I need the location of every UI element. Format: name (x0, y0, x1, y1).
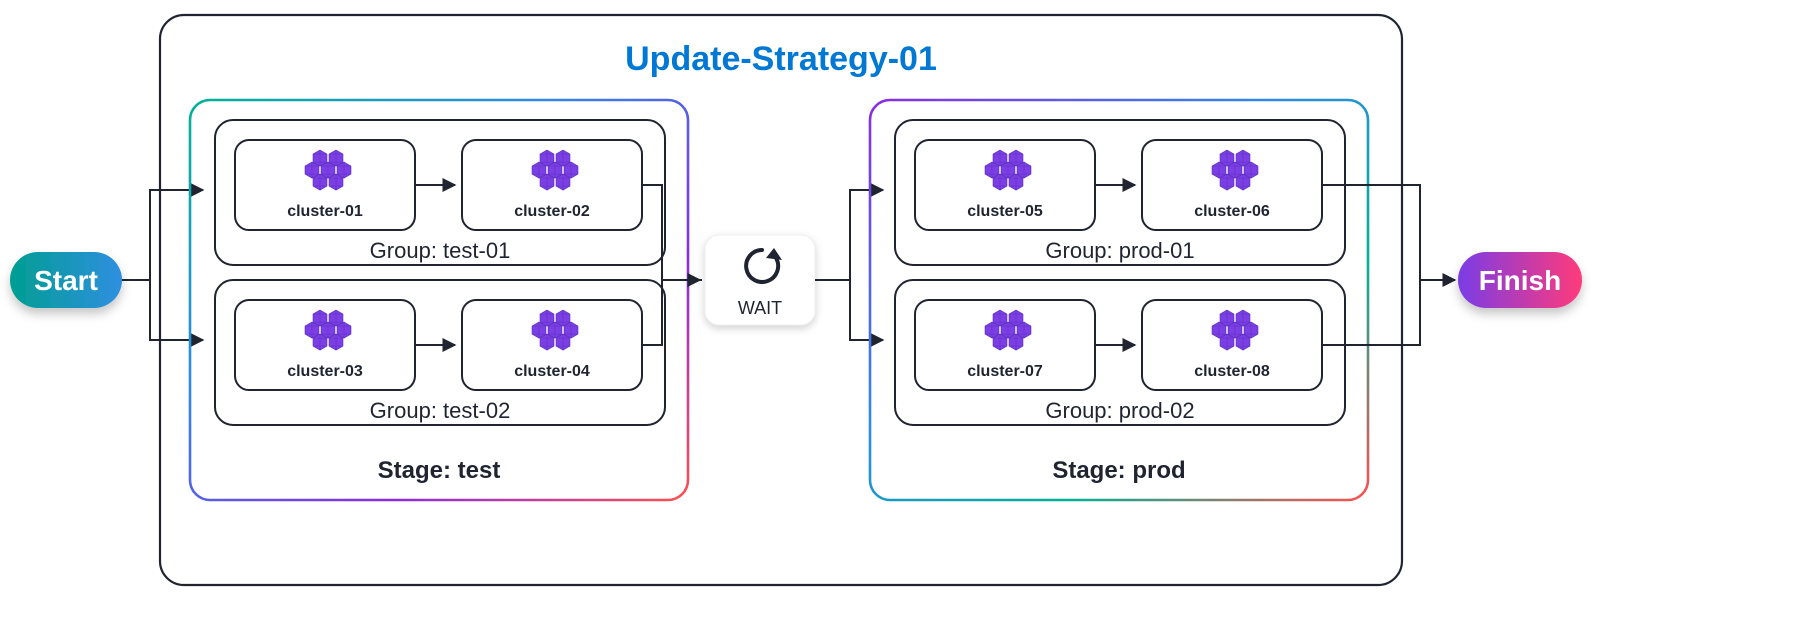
cluster-icon (305, 150, 351, 190)
cluster-icon (305, 310, 351, 350)
group-label-prod-02: Group: prod-02 (1045, 398, 1194, 423)
cluster-label: cluster-06 (1194, 203, 1270, 220)
finish-label: Finish (1479, 265, 1561, 296)
cluster-icon (532, 150, 578, 190)
wait-label: WAIT (738, 298, 782, 318)
cluster-icon (1212, 310, 1258, 350)
group-prod-02: Group: prod-02 cluster-07 cluster-08 (895, 280, 1345, 425)
group-test-01: Group: test-01 cluster-01 cluster-02 (215, 120, 665, 265)
cluster-01: cluster-01 (235, 140, 415, 230)
group-label-test-01: Group: test-01 (370, 238, 511, 263)
cluster-04: cluster-04 (462, 300, 642, 390)
cluster-label: cluster-07 (967, 363, 1043, 380)
cluster-icon (1212, 150, 1258, 190)
cluster-label: cluster-03 (287, 363, 363, 380)
cluster-label: cluster-01 (287, 203, 363, 220)
cluster-label: cluster-02 (514, 203, 590, 220)
wait-card: WAIT (705, 235, 815, 325)
cluster-07: cluster-07 (915, 300, 1095, 390)
group-label-test-02: Group: test-02 (370, 398, 511, 423)
start-label: Start (34, 265, 98, 296)
cluster-label: cluster-05 (967, 203, 1043, 220)
group-prod-01: Group: prod-01 cluster-05 cluster-06 (895, 120, 1345, 265)
cluster-03: cluster-03 (235, 300, 415, 390)
diagram-canvas: Update-Strategy-01 Stage: test Group: te… (0, 0, 1819, 642)
group-test-02: Group: test-02 cluster-03 cluster-04 (215, 280, 665, 425)
cluster-08: cluster-08 (1142, 300, 1322, 390)
cluster-05: cluster-05 (915, 140, 1095, 230)
cluster-06: cluster-06 (1142, 140, 1322, 230)
cluster-02: cluster-02 (462, 140, 642, 230)
group-label-prod-01: Group: prod-01 (1045, 238, 1194, 263)
stage-label-test: Stage: test (378, 457, 501, 484)
start-pill: Start (10, 252, 122, 308)
cluster-label: cluster-08 (1194, 363, 1270, 380)
strategy-title: Update-Strategy-01 (625, 40, 937, 78)
cluster-icon (985, 150, 1031, 190)
stage-label-prod: Stage: prod (1052, 457, 1185, 484)
stage-test: Stage: test Group: test-01 cluster-01 cl… (190, 100, 688, 500)
finish-pill: Finish (1458, 252, 1582, 308)
cluster-icon (532, 310, 578, 350)
connector-prod-to-finish (1322, 185, 1455, 345)
connector-wait-to-prod (815, 190, 883, 340)
cluster-icon (985, 310, 1031, 350)
stage-prod: Stage: prod Group: prod-01 cluster-05 cl… (870, 100, 1368, 500)
cluster-label: cluster-04 (514, 363, 590, 380)
